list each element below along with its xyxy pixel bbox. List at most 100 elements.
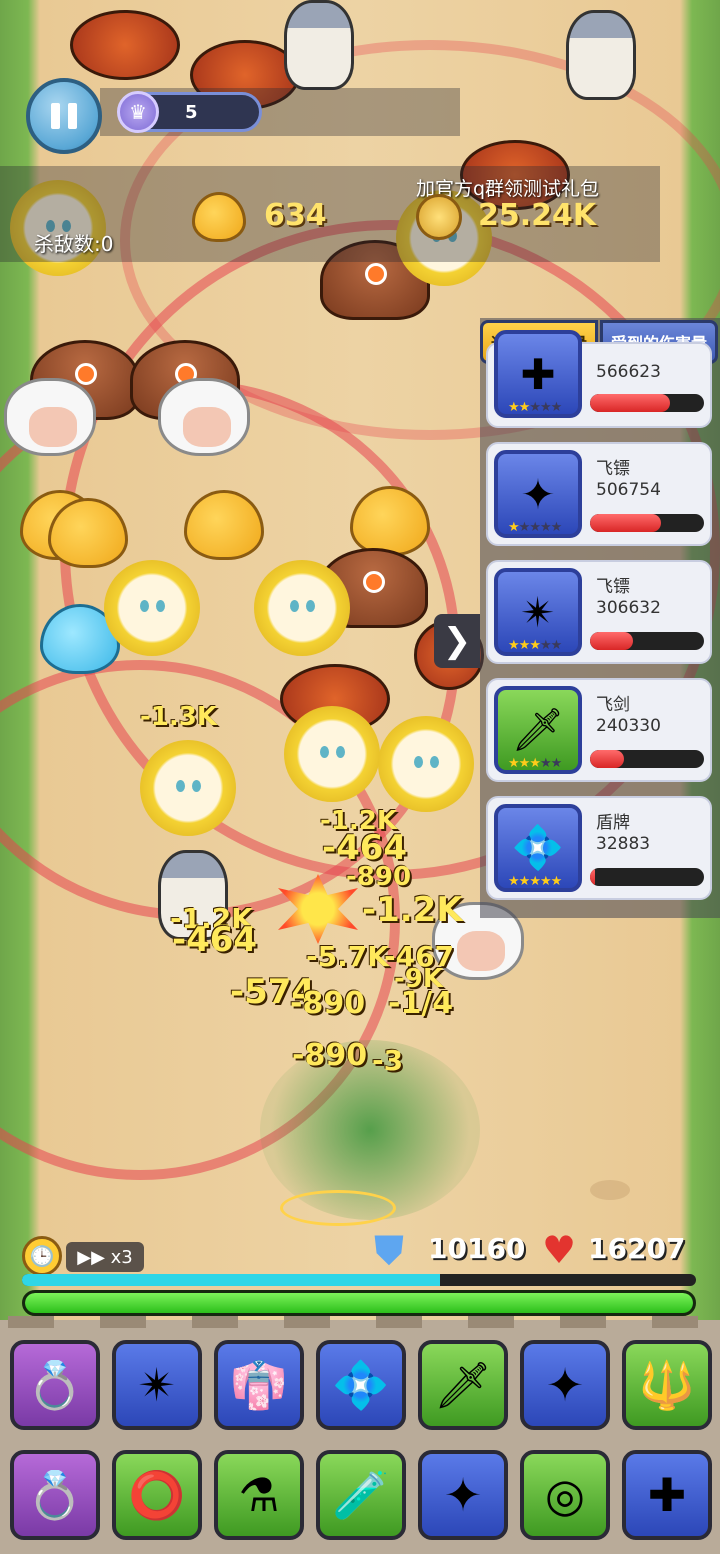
kill-count: 杀敌数:0 [34, 232, 114, 256]
shuriken-icon: ✦ [545, 1358, 585, 1412]
ring-icon: 💍 [26, 1467, 84, 1522]
damage-share-bar [590, 394, 704, 412]
inventory-slot[interactable]: ◎ [520, 1450, 610, 1540]
damage-share-fill [590, 632, 634, 650]
level-number: 5 [185, 102, 198, 123]
gold-crown-icon [416, 194, 462, 240]
cross-shuriken-icon: ✚ ★★★★★ [494, 330, 582, 418]
pause-button[interactable] [26, 78, 102, 154]
inventory-slot[interactable]: 💍 [10, 1450, 100, 1540]
inventory-slot[interactable]: ✚ [622, 1450, 712, 1540]
chevron-right-icon: ❯ [442, 621, 472, 661]
player-ring [280, 1190, 396, 1226]
flying-sword-icon: 🗡 ★★★★★ [494, 686, 582, 774]
weapon-name: 飞剑 [596, 695, 630, 715]
damage-number: -1/4 [388, 986, 454, 1021]
inventory-slot[interactable]: 💍 [10, 1340, 100, 1430]
damage-row: ✚ ★★★★★ 566623 [486, 330, 712, 428]
damage-share-fill [590, 750, 625, 768]
skeleton-knight-enemy [284, 0, 354, 90]
robe-icon: 👘 [230, 1357, 288, 1412]
inventory-slot[interactable]: ⚗ [214, 1450, 304, 1540]
star-rating: ★★★★★ [508, 874, 562, 889]
sunflower-enemy [254, 560, 350, 656]
sunflower-enemy [378, 716, 474, 812]
damage-number: -890 [292, 1038, 368, 1073]
gold-count: 25.24K [478, 198, 597, 233]
wall-battlement [376, 1316, 422, 1328]
wall-battlement [468, 1316, 514, 1328]
star-rating: ★★★★★ [508, 756, 562, 771]
crown-icon: ♛ [117, 91, 159, 133]
damage-row: ✦ ★★★★★ 飞镖 506754 [486, 442, 712, 546]
bat-enemy [70, 10, 180, 80]
sunflower-enemy [104, 560, 200, 656]
star-rating: ★★★★★ [508, 400, 562, 415]
damage-row: 💠 ★★★★★ 盾牌 32883 [486, 796, 712, 900]
fast-forward-icon: ▶▶ [77, 1246, 111, 1268]
pause-icon-bar [68, 103, 77, 129]
shield-gem-icon: 💠 ★★★★★ [494, 804, 582, 892]
sunflower-enemy [140, 740, 236, 836]
red-potion-icon: ⚗ [238, 1468, 280, 1522]
inventory-slot[interactable]: ⭕ [112, 1450, 202, 1540]
hp-value: 16207 [588, 1232, 686, 1265]
ground-stone [590, 1180, 630, 1200]
shield-value: 10160 [428, 1232, 526, 1265]
inventory-slot[interactable]: ✦ [520, 1340, 610, 1430]
damage-share-fill [590, 514, 661, 532]
inventory-slot[interactable]: 🗡 [418, 1340, 508, 1430]
weapon-name: 盾牌 [596, 813, 630, 833]
shield-gem-icon: 💠 [332, 1357, 390, 1412]
damage-share-bar [590, 632, 704, 650]
skeleton-knight-enemy [566, 10, 636, 100]
level-indicator: ♛ 5 [117, 91, 262, 133]
sheep-enemy [158, 378, 250, 456]
wall-battlement [192, 1316, 238, 1328]
damage-value: 32883 [596, 834, 651, 854]
health-fill [25, 1293, 693, 1313]
spinning-blade-icon: ✴ [137, 1358, 177, 1412]
damage-share-fill [590, 394, 670, 412]
damage-row: ✴ ★★★★★ 飞镖 306632 [486, 560, 712, 664]
inventory-slot[interactable]: 🔱 [622, 1340, 712, 1430]
damage-share-bar [590, 750, 704, 768]
damage-number: -890 [346, 862, 412, 892]
experience-bar [22, 1274, 696, 1286]
damage-row: 🗡 ★★★★★ 飞剑 240330 [486, 678, 712, 782]
wall-battlement [100, 1316, 146, 1328]
inventory-slot[interactable]: ✦ [418, 1450, 508, 1540]
inventory-slot[interactable]: 🧪 [316, 1450, 406, 1540]
damage-value: 306632 [596, 598, 661, 618]
yellow-potion-icon: 🧪 [332, 1467, 390, 1522]
wall-battlement [560, 1316, 606, 1328]
damage-share-bar [590, 868, 704, 886]
damage-number: -3 [372, 1044, 404, 1077]
damage-share-fill [590, 868, 595, 886]
health-bar [22, 1290, 696, 1316]
star-rating: ★★★★★ [508, 638, 562, 653]
star-rating: ★★★★★ [508, 520, 562, 535]
weapon-name: 飞镖 [596, 577, 630, 597]
damage-number: -1.3K [140, 702, 217, 732]
heart-icon: ♥ [542, 1228, 577, 1272]
shuriken-icon: ✦ ★★★★★ [494, 450, 582, 538]
damage-number: -5.7K [306, 940, 389, 973]
weapon-name: 飞镖 [596, 459, 630, 479]
shield-icon: ⛊ [374, 1228, 404, 1274]
inventory-slot[interactable]: 👘 [214, 1340, 304, 1430]
pause-icon [51, 103, 60, 129]
inventory-slot[interactable]: ✴ [112, 1340, 202, 1430]
sunflower-enemy [284, 706, 380, 802]
sheep-enemy [4, 378, 96, 456]
shuriken-icon: ✦ [443, 1468, 483, 1522]
coin-count: 634 [264, 198, 327, 233]
cross-shuriken-icon: ✚ [647, 1468, 687, 1522]
speed-toggle-button[interactable]: ▶▶ x3 [66, 1242, 144, 1272]
clock-icon: 🕒 [22, 1236, 62, 1276]
damage-number: -464 [172, 920, 258, 960]
wall-battlement [8, 1316, 54, 1328]
inventory-slot[interactable]: 💠 [316, 1340, 406, 1430]
panel-toggle-button[interactable]: ❯ [434, 614, 480, 668]
ring-icon: 💍 [26, 1357, 84, 1412]
